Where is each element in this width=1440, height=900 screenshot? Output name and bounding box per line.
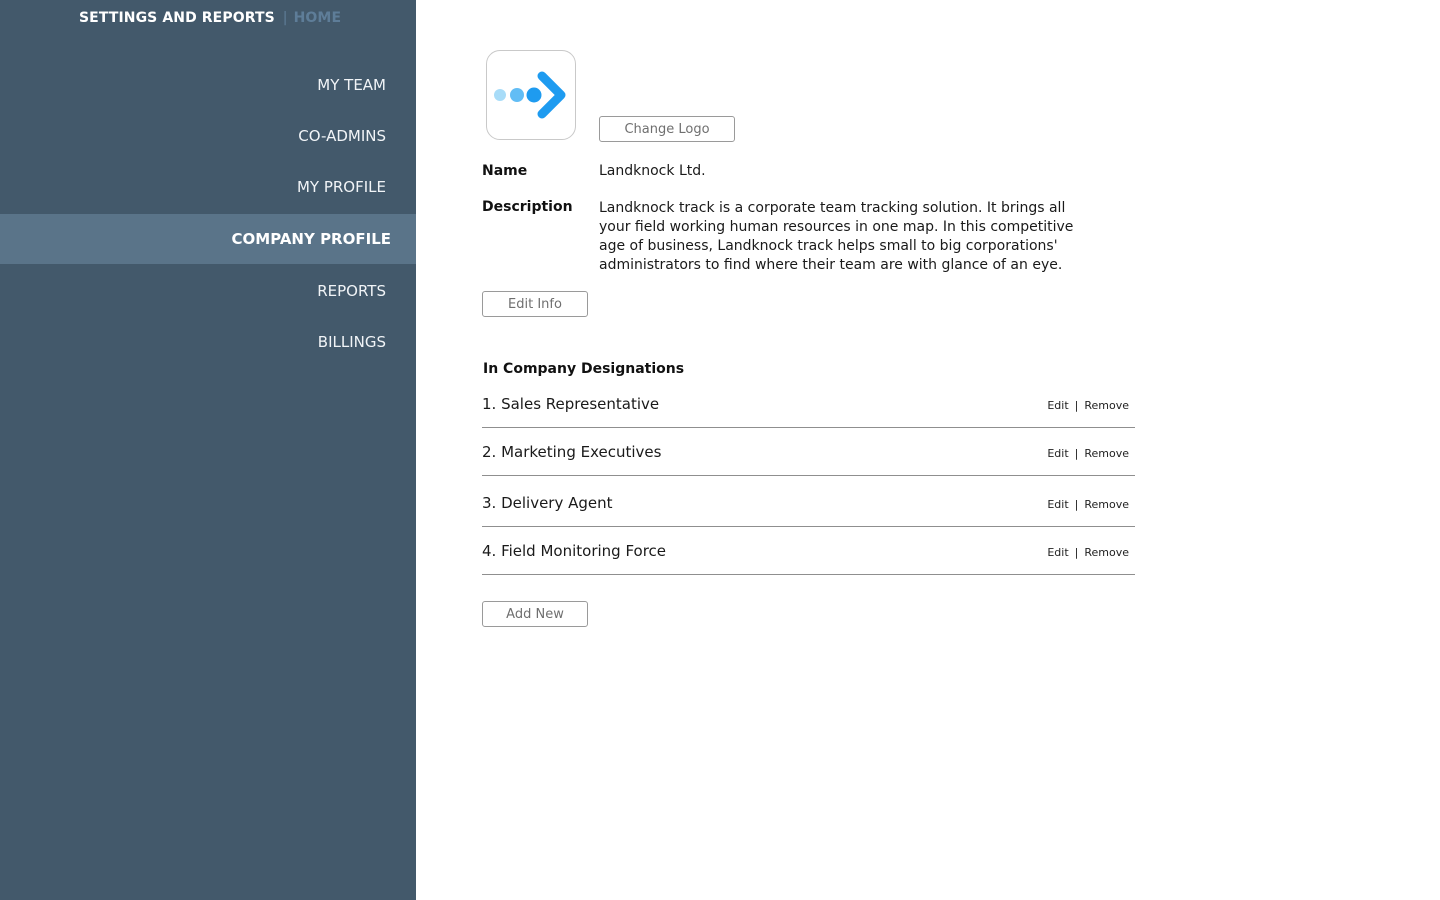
edit-designation-link[interactable]: Edit <box>1047 399 1068 412</box>
remove-designation-link[interactable]: Remove <box>1084 399 1129 412</box>
nav-item-reports[interactable]: REPORTS <box>0 266 416 316</box>
designation-name: 3. Delivery Agent <box>482 494 613 512</box>
sidebar-header: SETTINGS AND REPORTS | HOME <box>79 10 341 26</box>
designation-name: 1. Sales Representative <box>482 395 660 413</box>
company-description-value: Landknock track is a corporate team trac… <box>599 200 1074 273</box>
add-new-designation-button[interactable]: Add New <box>482 601 588 627</box>
designation-row: 3. Delivery Agent Edit | Remove <box>482 476 1135 527</box>
designation-actions: Edit | Remove <box>1047 447 1129 460</box>
remove-designation-link[interactable]: Remove <box>1084 498 1129 511</box>
nav-item-label: BILLINGS <box>317 333 386 351</box>
description-label: Description <box>482 199 573 215</box>
action-separator: | <box>1074 546 1079 559</box>
designation-actions: Edit | Remove <box>1047 498 1129 511</box>
designation-row: 4. Field Monitoring Force Edit | Remove <box>482 527 1135 575</box>
nav-item-label: MY PROFILE <box>296 178 386 196</box>
nav-item-billings[interactable]: BILLINGS <box>0 317 416 367</box>
remove-designation-link[interactable]: Remove <box>1084 447 1129 460</box>
designation-name: 2. Marketing Executives <box>482 443 662 461</box>
company-name-value: Landknock Ltd. <box>599 163 706 179</box>
nav-item-label: MY TEAM <box>317 76 386 94</box>
designation-row: 2. Marketing Executives Edit | Remove <box>482 428 1135 476</box>
name-label: Name <box>482 163 528 179</box>
edit-designation-link[interactable]: Edit <box>1047 447 1068 460</box>
edit-designation-link[interactable]: Edit <box>1047 546 1068 559</box>
action-separator: | <box>1074 399 1079 412</box>
nav-item-my-team[interactable]: MY TEAM <box>0 60 416 110</box>
action-separator: | <box>1074 498 1079 511</box>
nav-item-my-profile[interactable]: MY PROFILE <box>0 162 416 212</box>
remove-designation-link[interactable]: Remove <box>1084 546 1129 559</box>
sidebar: SETTINGS AND REPORTS | HOME MY TEAM CO-ADM… <box>0 0 416 900</box>
designation-name: 4. Field Monitoring Force <box>482 542 667 560</box>
header-separator: | <box>282 10 288 26</box>
edit-info-button[interactable]: Edit Info <box>482 291 588 317</box>
nav-item-co-admins[interactable]: CO-ADMINS <box>0 111 416 161</box>
nav-item-label: REPORTS <box>317 282 386 300</box>
designations-title: In Company Designations <box>483 361 685 377</box>
nav-item-label: COMPANY PROFILE <box>231 230 391 248</box>
home-link[interactable]: HOME <box>294 10 342 26</box>
edit-designation-link[interactable]: Edit <box>1047 498 1068 511</box>
app-title: SETTINGS AND REPORTS <box>79 10 275 26</box>
arrow-dots-logo-icon <box>494 71 566 119</box>
nav-item-label: CO-ADMINS <box>298 127 386 145</box>
designation-row: 1. Sales Representative Edit | Remove <box>482 380 1135 428</box>
company-logo <box>486 50 576 140</box>
action-separator: | <box>1074 447 1079 460</box>
nav-item-company-profile[interactable]: COMPANY PROFILE <box>0 214 416 264</box>
change-logo-button[interactable]: Change Logo <box>599 116 735 142</box>
designation-actions: Edit | Remove <box>1047 399 1129 412</box>
designation-actions: Edit | Remove <box>1047 546 1129 559</box>
